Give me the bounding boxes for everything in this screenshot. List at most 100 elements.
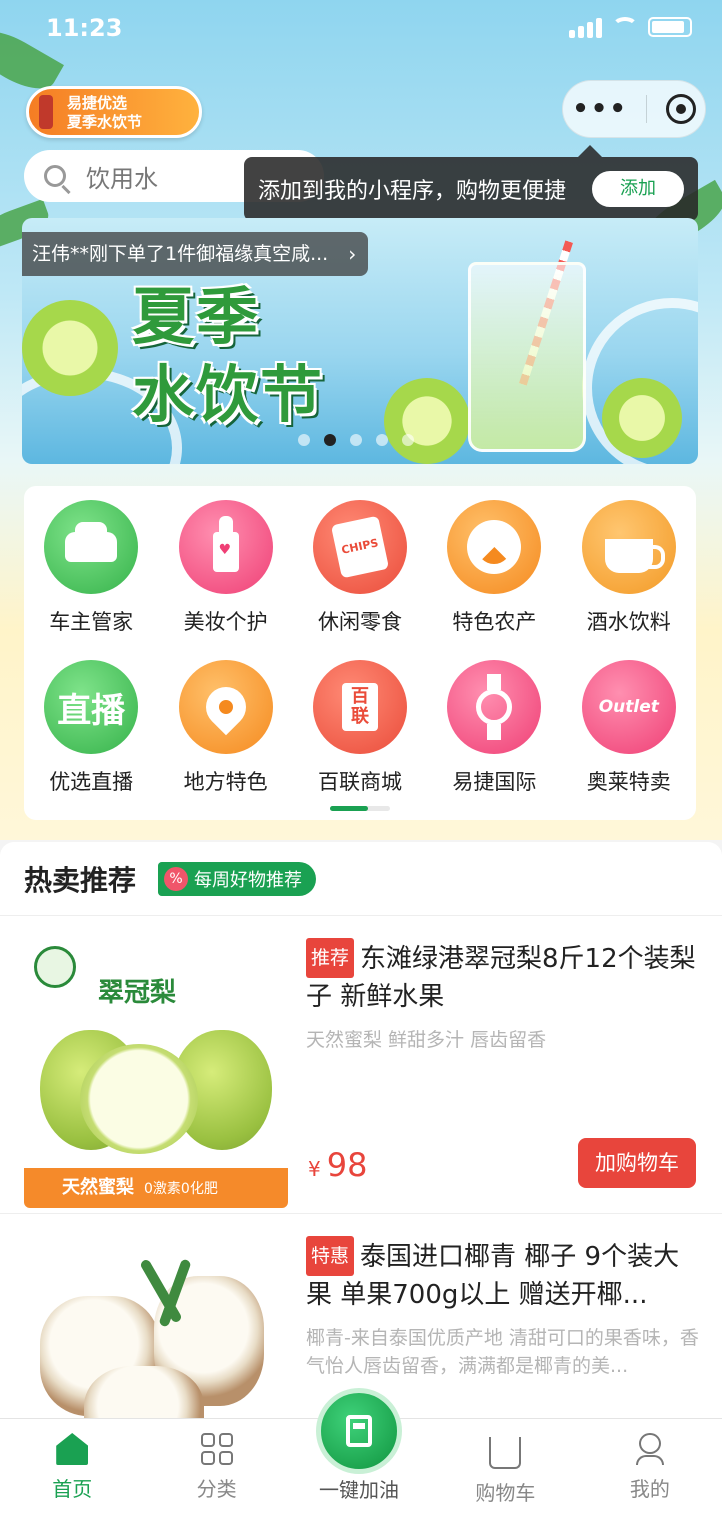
product-image-title: 翠冠梨 <box>98 978 177 1008</box>
search-icon <box>44 165 66 187</box>
product-name[interactable]: 特惠 泰国进口椰青 椰子 9个装大果 单果700g以上 赠送开椰... <box>306 1236 702 1314</box>
car-icon <box>44 500 139 594</box>
lime-slice-decoration <box>602 378 682 458</box>
image-band-text: 天然蜜梨 <box>62 1177 134 1198</box>
chips-icon: CHIPS <box>312 500 407 594</box>
add-tip-text: 添加到我的小程序，购物更便捷 <box>258 179 567 204</box>
category-label: 易捷国际 <box>452 770 537 794</box>
festival-logo: 易捷优选 夏季水饮节 <box>26 86 202 138</box>
category-snacks[interactable]: CHIPS 休闲零食 <box>293 500 427 660</box>
category-car-service[interactable]: 车主管家 <box>24 500 158 660</box>
tab-mine[interactable]: 我的 <box>578 1419 722 1513</box>
bailian-icon: 百联 <box>312 660 407 754</box>
tab-cart[interactable]: 购物车 <box>433 1419 577 1513</box>
lipstick-icon <box>178 500 273 594</box>
category-label: 奥莱特卖 <box>586 770 671 794</box>
search-input[interactable]: 饮用水 <box>86 159 158 194</box>
category-label: 优选直播 <box>49 770 134 794</box>
product-name-text: 泰国进口椰青 椰子 9个装大果 单果700g以上 赠送开椰... <box>306 1242 680 1310</box>
tab-label: 首页 <box>52 1477 93 1501</box>
image-band-small-text: 0激素0化肥 <box>144 1181 218 1197</box>
drink-glass-illustration <box>468 262 586 452</box>
status-time: 11:23 <box>46 14 123 42</box>
close-miniprogram-icon[interactable] <box>665 94 696 124</box>
banner-title-line2: 水饮节 <box>132 358 325 431</box>
product-subtitle: 天然蜜梨 鲜甜多汁 唇齿留香 <box>306 1029 547 1051</box>
category-bailian-mall[interactable]: 百联 百联商城 <box>293 660 427 810</box>
hot-section-header: 热卖推荐 % 每周好物推荐 <box>0 842 722 916</box>
promo-banner[interactable]: 夏季 水饮节 汪伟**刚下单了1件御福缘真空咸... › <box>22 218 698 464</box>
pagination-dot <box>376 434 388 446</box>
lime-slice-decoration <box>384 378 470 464</box>
currency-symbol: ¥ <box>308 1157 321 1181</box>
discount-icon: % <box>164 866 189 891</box>
fruit-icon <box>447 500 542 594</box>
category-label: 酒水饮料 <box>586 610 671 634</box>
banner-pagination <box>298 434 414 446</box>
weekly-pick-badge[interactable]: % 每周好物推荐 <box>158 861 317 896</box>
location-pin-icon <box>178 660 273 754</box>
festival-logo-line2: 夏季水饮节 <box>67 113 143 131</box>
chevron-right-icon: › <box>348 242 357 266</box>
category-beauty[interactable]: 美妆个护 <box>158 500 292 660</box>
pagination-dot <box>350 434 362 446</box>
product-image: 翠冠梨 天然蜜梨 0激素0化肥 <box>24 938 288 1208</box>
category-outlet[interactable]: Outlet 奥莱特卖 <box>562 660 696 810</box>
tab-label: 我的 <box>629 1477 670 1501</box>
bottle-icon <box>39 95 53 129</box>
hot-section-title: 热卖推荐 <box>24 863 137 897</box>
pagination-dot-active <box>324 434 336 446</box>
product-image-band: 天然蜜梨 0激素0化肥 <box>24 1168 288 1208</box>
add-to-cart-button[interactable]: 加购物车 <box>578 1138 696 1188</box>
tab-home[interactable]: 首页 <box>0 1419 144 1513</box>
category-grid: 车主管家 美妆个护 CHIPS 休闲零食 特色农产 酒水饮料 直播 优选直播 地… <box>24 486 696 820</box>
product-subtitle: 椰青-来自泰国优质产地 清甜可口的果香味，香气怡人唇齿留香，满满都是椰青的美..… <box>306 1327 699 1377</box>
category-farm-products[interactable]: 特色农产 <box>427 500 561 660</box>
add-button[interactable]: 添加 <box>592 171 684 207</box>
category-pager-indicator <box>330 806 390 811</box>
order-notification-text: 汪伟**刚下单了1件御福缘真空咸... <box>32 243 329 265</box>
product-name[interactable]: 推荐 东滩绿港翠冠梨8斤12个装梨子 新鲜水果 <box>306 938 702 1016</box>
weekly-pick-label: 每周好物推荐 <box>194 869 303 891</box>
pagination-dot <box>298 434 310 446</box>
product-price: ¥98 <box>308 1146 367 1184</box>
live-icon: 直播 <box>44 660 139 754</box>
green-food-badge-icon <box>34 946 76 988</box>
home-icon <box>56 1433 89 1465</box>
recommend-tag: 推荐 <box>306 938 355 978</box>
product-card[interactable]: 翠冠梨 天然蜜梨 0激素0化肥 推荐 东滩绿港翠冠梨8斤12个装梨子 新鲜水果 天然… <box>0 918 722 1214</box>
category-international[interactable]: 易捷国际 <box>427 660 561 810</box>
user-icon <box>635 1433 664 1465</box>
category-local-specialty[interactable]: 地方特色 <box>158 660 292 810</box>
pear-cut-illustration <box>80 1044 198 1154</box>
tab-category[interactable]: 分类 <box>144 1419 288 1513</box>
battery-icon <box>648 17 692 37</box>
more-icon[interactable]: ••• <box>572 94 628 124</box>
grid-icon <box>200 1433 233 1465</box>
tab-label: 分类 <box>196 1477 237 1501</box>
special-offer-tag: 特惠 <box>306 1236 355 1276</box>
add-to-miniprogram-tip: 添加到我的小程序，购物更便捷 添加 <box>244 145 698 221</box>
product-info: 特惠 泰国进口椰青 椰子 9个装大果 单果700g以上 赠送开椰... 椰青-来自… <box>306 1236 702 1380</box>
category-label: 地方特色 <box>183 770 268 794</box>
lime-slice-decoration <box>22 300 118 396</box>
category-drinks[interactable]: 酒水饮料 <box>562 500 696 660</box>
category-label: 美妆个护 <box>183 610 268 634</box>
signal-icon <box>569 16 602 38</box>
category-label: 休闲零食 <box>317 610 402 634</box>
festival-logo-line1: 易捷优选 <box>67 94 128 112</box>
outlet-icon: Outlet <box>581 660 676 754</box>
category-live[interactable]: 直播 优选直播 <box>24 660 158 810</box>
watch-icon <box>447 660 542 754</box>
status-icons <box>569 16 692 38</box>
category-label: 特色农产 <box>452 610 537 634</box>
coffee-cup-icon <box>581 500 676 594</box>
wifi-icon <box>612 17 638 37</box>
banner-title-line1: 夏季 <box>132 280 261 353</box>
order-notification[interactable]: 汪伟**刚下单了1件御福缘真空咸... › <box>22 232 369 276</box>
miniprogram-capsule: ••• <box>562 80 706 138</box>
pagination-dot <box>402 434 414 446</box>
product-name-text: 东滩绿港翠冠梨8斤12个装梨子 新鲜水果 <box>306 944 696 1012</box>
refuel-button[interactable] <box>316 1388 402 1474</box>
refuel-label: 一键加油 <box>319 1478 399 1502</box>
